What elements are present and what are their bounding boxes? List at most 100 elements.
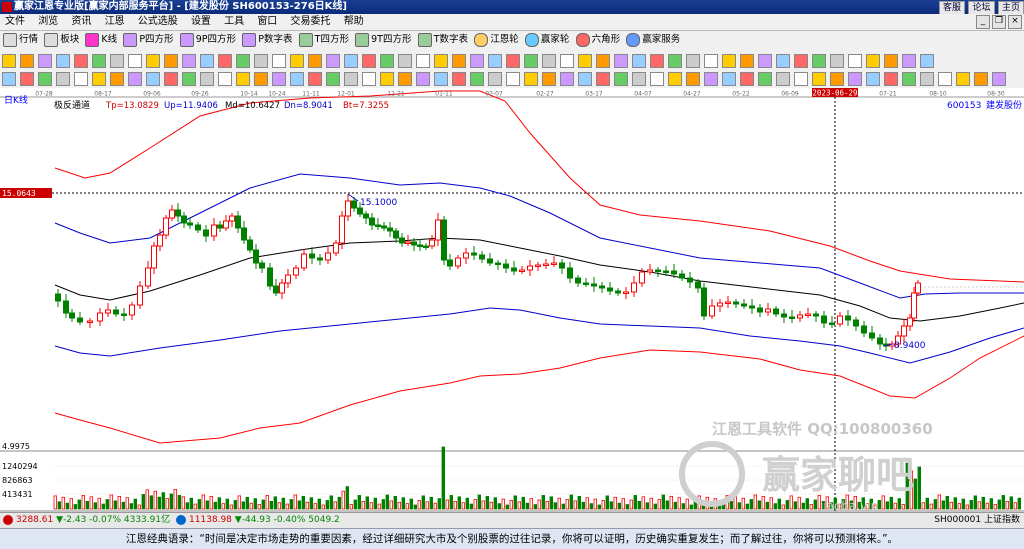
analysis-tool-icon[interactable] — [398, 72, 412, 86]
analysis-tool-icon[interactable] — [380, 72, 394, 86]
tool-kline[interactable]: K线 — [85, 31, 117, 49]
menu-tools[interactable]: 工具 — [219, 14, 249, 30]
draw-tool-icon[interactable] — [434, 54, 448, 68]
analysis-tool-icon[interactable] — [254, 72, 268, 86]
draw-tool-icon[interactable] — [614, 54, 628, 68]
analysis-tool-icon[interactable] — [866, 72, 880, 86]
draw-tool-icon[interactable] — [110, 54, 124, 68]
index-selector[interactable]: SH000001 上证指数 — [934, 513, 1020, 528]
analysis-tool-icon[interactable] — [128, 72, 142, 86]
analysis-tool-icon[interactable] — [902, 72, 916, 86]
analysis-tool-icon[interactable] — [74, 72, 88, 86]
draw-tool-icon[interactable] — [740, 54, 754, 68]
analysis-tool-icon[interactable] — [92, 72, 106, 86]
draw-tool-icon[interactable] — [200, 54, 214, 68]
draw-tool-icon[interactable] — [38, 54, 52, 68]
analysis-tool-icon[interactable] — [110, 72, 124, 86]
draw-tool-icon[interactable] — [470, 54, 484, 68]
draw-tool-icon[interactable] — [668, 54, 682, 68]
analysis-tool-icon[interactable] — [632, 72, 646, 86]
draw-tool-icon[interactable] — [866, 54, 880, 68]
draw-tool-icon[interactable] — [650, 54, 664, 68]
draw-tool-icon[interactable] — [308, 54, 322, 68]
draw-tool-icon[interactable] — [794, 54, 808, 68]
draw-tool-icon[interactable] — [56, 54, 70, 68]
analysis-tool-icon[interactable] — [38, 72, 52, 86]
analysis-tool-icon[interactable] — [884, 72, 898, 86]
draw-tool-icon[interactable] — [920, 54, 934, 68]
analysis-tool-icon[interactable] — [920, 72, 934, 86]
analysis-tool-icon[interactable] — [668, 72, 682, 86]
tool-t-square[interactable]: T四方形 — [298, 31, 349, 49]
tool-9t-square[interactable]: 9T四方形 — [355, 31, 412, 49]
draw-tool-icon[interactable] — [776, 54, 790, 68]
analysis-tool-icon[interactable] — [470, 72, 484, 86]
menu-file[interactable]: 文件 — [0, 14, 30, 30]
analysis-tool-icon[interactable] — [776, 72, 790, 86]
menu-browse[interactable]: 浏览 — [33, 14, 63, 30]
draw-tool-icon[interactable] — [344, 54, 358, 68]
draw-tool-icon[interactable] — [92, 54, 106, 68]
analysis-tool-icon[interactable] — [218, 72, 232, 86]
tool-quotes[interactable]: 行情 — [3, 31, 38, 49]
draw-tool-icon[interactable] — [416, 54, 430, 68]
analysis-tool-icon[interactable] — [992, 72, 1006, 86]
tool-winner-service[interactable]: 赢家服务 — [626, 31, 680, 49]
analysis-tool-icon[interactable] — [452, 72, 466, 86]
tool-sectors[interactable]: 板块 — [44, 31, 79, 49]
analysis-tool-icon[interactable] — [2, 72, 16, 86]
tool-t-table[interactable]: T数字表 — [417, 31, 468, 49]
draw-tool-icon[interactable] — [632, 54, 646, 68]
draw-tool-icon[interactable] — [236, 54, 250, 68]
draw-tool-icon[interactable] — [902, 54, 916, 68]
draw-tool-icon[interactable] — [830, 54, 844, 68]
draw-tool-icon[interactable] — [722, 54, 736, 68]
analysis-tool-icon[interactable] — [164, 72, 178, 86]
menu-window[interactable]: 窗口 — [252, 14, 282, 30]
minimize-icon[interactable]: _ — [976, 15, 990, 29]
draw-tool-icon[interactable] — [560, 54, 574, 68]
analysis-tool-icon[interactable] — [614, 72, 628, 86]
analysis-tool-icon[interactable] — [722, 72, 736, 86]
draw-tool-icon[interactable] — [128, 54, 142, 68]
analysis-tool-icon[interactable] — [488, 72, 502, 86]
tool-p-square[interactable]: P四方形 — [123, 31, 174, 49]
analysis-tool-icon[interactable] — [200, 72, 214, 86]
analysis-tool-icon[interactable] — [524, 72, 538, 86]
draw-tool-icon[interactable] — [20, 54, 34, 68]
draw-tool-icon[interactable] — [758, 54, 772, 68]
kline-chart[interactable]: 07-28 08-17 09-06 09-26 10-14 10-24 11-11 12-01… — [0, 88, 1024, 512]
analysis-tool-icon[interactable] — [650, 72, 664, 86]
tool-p-table[interactable]: P数字表 — [242, 31, 292, 49]
analysis-tool-icon[interactable] — [542, 72, 556, 86]
draw-tool-icon[interactable] — [272, 54, 286, 68]
draw-tool-icon[interactable] — [578, 54, 592, 68]
tool-winner-wheel[interactable]: 赢家轮 — [524, 31, 569, 49]
analysis-tool-icon[interactable] — [758, 72, 772, 86]
analysis-tool-icon[interactable] — [236, 72, 250, 86]
analysis-tool-icon[interactable] — [578, 72, 592, 86]
draw-tool-icon[interactable] — [686, 54, 700, 68]
link-service[interactable]: 客服 — [938, 1, 965, 15]
draw-tool-icon[interactable] — [326, 54, 340, 68]
analysis-tool-icon[interactable] — [416, 72, 430, 86]
tool-9p-square[interactable]: 9P四方形 — [179, 31, 236, 49]
draw-tool-icon[interactable] — [884, 54, 898, 68]
analysis-tool-icon[interactable] — [20, 72, 34, 86]
analysis-tool-icon[interactable] — [290, 72, 304, 86]
draw-tool-icon[interactable] — [164, 54, 178, 68]
draw-tool-icon[interactable] — [290, 54, 304, 68]
draw-tool-icon[interactable] — [848, 54, 862, 68]
close-icon[interactable]: × — [1008, 15, 1022, 29]
draw-tool-icon[interactable] — [74, 54, 88, 68]
menu-settings[interactable]: 设置 — [186, 14, 216, 30]
analysis-tool-icon[interactable] — [434, 72, 448, 86]
draw-tool-icon[interactable] — [452, 54, 466, 68]
tool-gann-wheel[interactable]: 江恩轮 — [474, 31, 519, 49]
draw-tool-icon[interactable] — [542, 54, 556, 68]
analysis-tool-icon[interactable] — [938, 72, 952, 86]
draw-tool-icon[interactable] — [704, 54, 718, 68]
analysis-tool-icon[interactable] — [560, 72, 574, 86]
draw-tool-icon[interactable] — [398, 54, 412, 68]
tool-hexagon[interactable]: 六角形 — [575, 31, 620, 49]
